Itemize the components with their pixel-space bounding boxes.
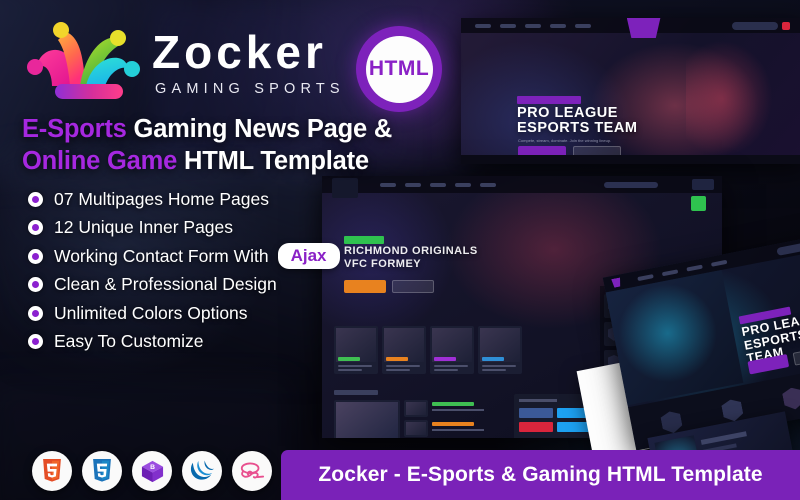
brand-text: Zocker GAMING SPORTS: [152, 23, 345, 97]
mockup-game-card: [430, 326, 474, 374]
brand-logo: Zocker GAMING SPORTS: [22, 14, 345, 106]
jquery-icon: [182, 451, 222, 491]
bullet-icon: [28, 248, 43, 264]
mockup-image-glow: [686, 33, 800, 164]
feature-label: Working Contact Form With: [54, 245, 269, 266]
mockup-title-line2: VFC FORMEY: [344, 258, 422, 270]
headline-accent-1: E-Sports: [22, 115, 127, 143]
jester-hat-icon: [22, 14, 140, 106]
promo-banner: PRO LEAGUE ESPORTS TEAM Compete, stream,…: [0, 0, 800, 500]
bullet-icon: [28, 191, 43, 207]
mockup-accent-square: [691, 196, 706, 211]
footer-bar: Zocker - E-Sports & Gaming HTML Template: [281, 450, 800, 500]
technology-icons: B: [32, 451, 272, 491]
feature-item: 07 Multipages Home Pages: [28, 185, 340, 214]
mockup-grid-label: [334, 390, 378, 395]
mockup-game-card: [478, 326, 522, 374]
sass-icon: [232, 451, 272, 491]
bullet-icon: [28, 277, 43, 293]
bullet-icon: [28, 334, 43, 350]
mockup-eyebrow-tag: [517, 96, 581, 104]
headline-line-2: Online Game HTML Template: [22, 145, 542, 177]
footer-text: Zocker - E-Sports & Gaming HTML Template: [318, 463, 763, 486]
svg-text:B: B: [150, 464, 155, 471]
mockup-game-card: [382, 326, 426, 374]
feature-label: 07 Multipages Home Pages: [54, 188, 269, 209]
ajax-badge: Ajax: [277, 243, 340, 270]
headline-rest-1: Gaming News Page &: [126, 115, 393, 143]
html-badge-label: HTML: [368, 57, 430, 80]
bootstrap-icon: B: [132, 451, 172, 491]
feature-label: Easy To Customize: [54, 331, 204, 352]
mockup-secondary-button: [392, 280, 434, 293]
css3-icon: [82, 451, 122, 491]
feature-item: Easy To Customize: [28, 328, 340, 357]
bullet-icon: [28, 220, 43, 236]
mockup-game-card: [334, 326, 378, 374]
feature-label: Unlimited Colors Options: [54, 302, 248, 323]
feature-list: 07 Multipages Home Pages 12 Unique Inner…: [28, 185, 340, 356]
mockup-primary-button: [344, 280, 386, 293]
mockup-list-thumb: [404, 400, 428, 417]
headline-accent-2: Online Game: [22, 147, 178, 176]
html5-icon: [32, 451, 72, 491]
headline-rest-2: HTML Template: [177, 147, 369, 176]
mockup-logo: [626, 18, 661, 38]
mockup-eyebrow-tag: [344, 236, 384, 244]
mockup-title-line1: RICHMOND ORIGINALS: [344, 245, 478, 257]
feature-item: Clean & Professional Design: [28, 271, 340, 300]
feature-item: 12 Unique Inner Pages: [28, 214, 340, 243]
brand-tagline: GAMING SPORTS: [155, 81, 345, 97]
feature-item: Unlimited Colors Options: [28, 299, 340, 328]
mockup-feature-card: [334, 400, 400, 438]
brand-name: Zocker: [152, 26, 327, 78]
headline-line-1: E-Sports Gaming News Page &: [22, 113, 542, 145]
bullet-icon: [28, 305, 43, 321]
mockup-navbar: [322, 176, 722, 193]
feature-label: Clean & Professional Design: [54, 274, 277, 295]
headline: E-Sports Gaming News Page & Online Game …: [22, 113, 542, 177]
html-badge-inner: HTML: [365, 35, 433, 103]
mockup-list-thumb: [404, 420, 428, 437]
html-badge: HTML: [356, 26, 442, 112]
feature-label: 12 Unique Inner Pages: [54, 217, 234, 238]
mockup-hero-image: [605, 269, 744, 406]
feature-item: Working Contact Form With Ajax: [28, 242, 340, 271]
